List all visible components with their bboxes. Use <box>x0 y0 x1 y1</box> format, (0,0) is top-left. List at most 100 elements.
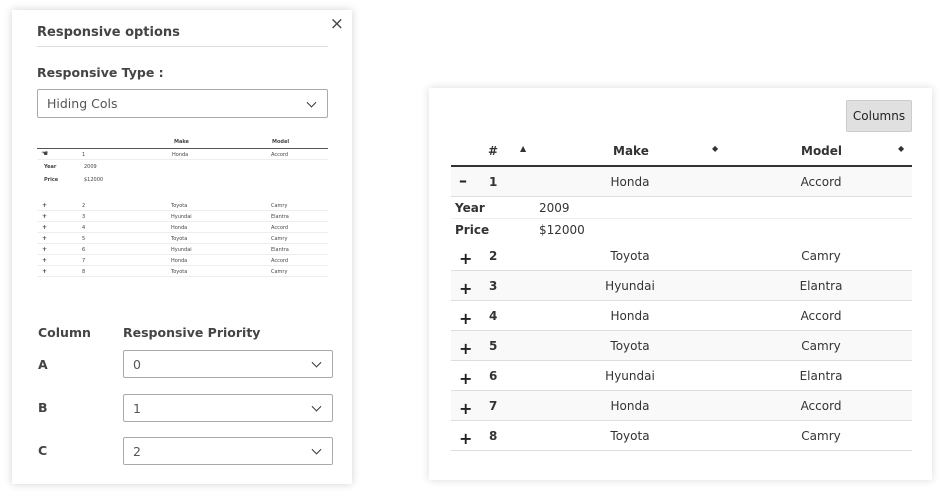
cell-num: 7 <box>489 399 498 413</box>
child-detail-row: Year 2009 <box>451 197 912 219</box>
preview-row: +6 Hyundai Elantra <box>37 244 328 255</box>
preview-cell-num: 5 <box>82 236 86 242</box>
priority-select-c[interactable]: 2 <box>123 437 333 465</box>
preview-row: +7 Honda Accord <box>37 255 328 266</box>
header-num[interactable]: # <box>488 144 498 158</box>
preview-cell-num: 7 <box>82 258 86 264</box>
table-row[interactable]: – 1 Honda Accord <box>451 167 912 197</box>
cell-num: 4 <box>489 309 498 323</box>
preview-cell-model: Elantra <box>271 214 289 220</box>
preview-cell-make: Toyota <box>171 203 188 209</box>
table-row[interactable]: +7 Honda Accord <box>451 391 912 421</box>
priority-select-a[interactable]: 0 <box>123 350 333 378</box>
cell-make: Hyundai <box>605 369 655 383</box>
preview-header: Make Model <box>37 137 328 149</box>
preview-cell-make: Toyota <box>171 236 188 242</box>
preview-row: +4 Honda Accord <box>37 222 328 233</box>
preview-row: +5 Toyota Camry <box>37 233 328 244</box>
sort-asc-icon[interactable]: ▲ <box>520 144 526 153</box>
preview-row: +3 Hyundai Elantra <box>37 211 328 222</box>
preview-row: ☚ 1 Honda Accord <box>37 149 328 160</box>
preview-child-row: Year 2009 <box>44 164 97 170</box>
expand-control-icon[interactable]: + <box>459 309 472 328</box>
preview-cell-make: Honda <box>171 258 188 264</box>
header-model[interactable]: Model <box>801 144 842 158</box>
columns-button[interactable]: Columns <box>846 100 912 132</box>
column-label-c: C <box>38 443 48 458</box>
responsive-type-label: Responsive Type : <box>37 65 164 80</box>
priority-value: 1 <box>133 400 141 416</box>
preview-cell-model: Camry <box>271 269 288 275</box>
cell-num: 6 <box>489 369 498 383</box>
preview-cell-model: Accord <box>271 225 289 231</box>
chevron-down-icon <box>311 444 322 455</box>
preview-header-make: Make <box>174 139 189 145</box>
responsive-type-select[interactable]: Hiding Cols <box>37 89 328 118</box>
expand-icon: + <box>42 213 48 220</box>
table-panel: Columns # ▲ Make ◆ Model ◆ – 1 Honda Acc… <box>429 88 932 480</box>
cell-model: Accord <box>800 399 842 413</box>
preview-header-model: Model <box>272 139 290 145</box>
responsive-preview: Make Model ☚ 1 Honda Accord Year 2009 Pr… <box>37 137 328 277</box>
table-row[interactable]: +2 Toyota Camry <box>451 241 912 271</box>
cell-make: Hyundai <box>605 279 655 293</box>
column-header: Column <box>38 325 91 340</box>
header-make[interactable]: Make <box>613 144 649 158</box>
cell-model: Camry <box>801 429 841 443</box>
cell-model: Camry <box>801 249 841 263</box>
child-detail-row: Price $12000 <box>455 223 585 237</box>
preview-cell-num: 3 <box>82 214 86 220</box>
cell-make: Honda <box>610 309 650 323</box>
cell-make: Toyota <box>610 339 650 353</box>
sort-both-icon[interactable]: ◆ <box>712 144 718 153</box>
cell-num: 3 <box>489 279 498 293</box>
expand-icon: + <box>42 224 48 231</box>
priority-value: 0 <box>133 356 141 372</box>
expand-icon: + <box>42 246 48 253</box>
expand-control-icon[interactable]: + <box>459 249 472 268</box>
preview-cell-model: Accord <box>271 258 289 264</box>
collapse-control-icon[interactable]: – <box>459 171 467 190</box>
table-row[interactable]: +6 Hyundai Elantra <box>451 361 912 391</box>
preview-row: +8 Toyota Camry <box>37 266 328 277</box>
chevron-down-icon <box>306 97 317 108</box>
priority-select-b[interactable]: 1 <box>123 394 333 422</box>
column-label-b: B <box>38 400 48 415</box>
chevron-down-icon <box>311 357 322 368</box>
panel-title: Responsive options <box>37 25 180 40</box>
cell-num: 5 <box>489 339 498 353</box>
close-icon[interactable]: × <box>330 15 344 33</box>
priority-header: Responsive Priority <box>123 325 261 340</box>
responsive-options-panel: × Responsive options Responsive Type : H… <box>12 10 352 484</box>
expand-control-icon[interactable]: + <box>459 429 472 448</box>
preview-cell-model: Elantra <box>271 247 289 253</box>
expand-icon: + <box>42 268 48 275</box>
table-row[interactable]: +5 Toyota Camry <box>451 331 912 361</box>
divider <box>37 46 328 47</box>
responsive-type-value: Hiding Cols <box>47 96 118 111</box>
preview-cell-make: Honda <box>171 225 188 231</box>
cell-model: Elantra <box>799 279 843 293</box>
expand-control-icon[interactable]: + <box>459 399 472 418</box>
preview-cell-make: Hyundai <box>171 247 192 253</box>
chevron-down-icon <box>311 401 322 412</box>
expand-control-icon[interactable]: + <box>459 369 472 388</box>
hand-cursor-icon: ☚ <box>41 149 49 158</box>
cell-make: Honda <box>610 399 650 413</box>
preview-cell-model: Camry <box>271 236 288 242</box>
expand-icon: + <box>42 235 48 242</box>
preview-cell-make: Hyundai <box>171 214 192 220</box>
preview-cell-num: 4 <box>82 225 86 231</box>
table-row[interactable]: +3 Hyundai Elantra <box>451 271 912 301</box>
sort-both-icon[interactable]: ◆ <box>898 144 904 153</box>
expand-control-icon[interactable]: + <box>459 279 472 298</box>
table-row[interactable]: +4 Honda Accord <box>451 301 912 331</box>
preview-cell-num: 6 <box>82 247 86 253</box>
table-row[interactable]: +8 Toyota Camry <box>451 421 912 451</box>
data-table: # ▲ Make ◆ Model ◆ – 1 Honda Accord Year… <box>451 136 912 451</box>
table-header: # ▲ Make ◆ Model ◆ <box>451 136 912 167</box>
cell-make: Toyota <box>610 429 650 443</box>
priority-value: 2 <box>133 443 141 459</box>
expand-control-icon[interactable]: + <box>459 339 472 358</box>
preview-row: +2 Toyota Camry <box>37 200 328 211</box>
